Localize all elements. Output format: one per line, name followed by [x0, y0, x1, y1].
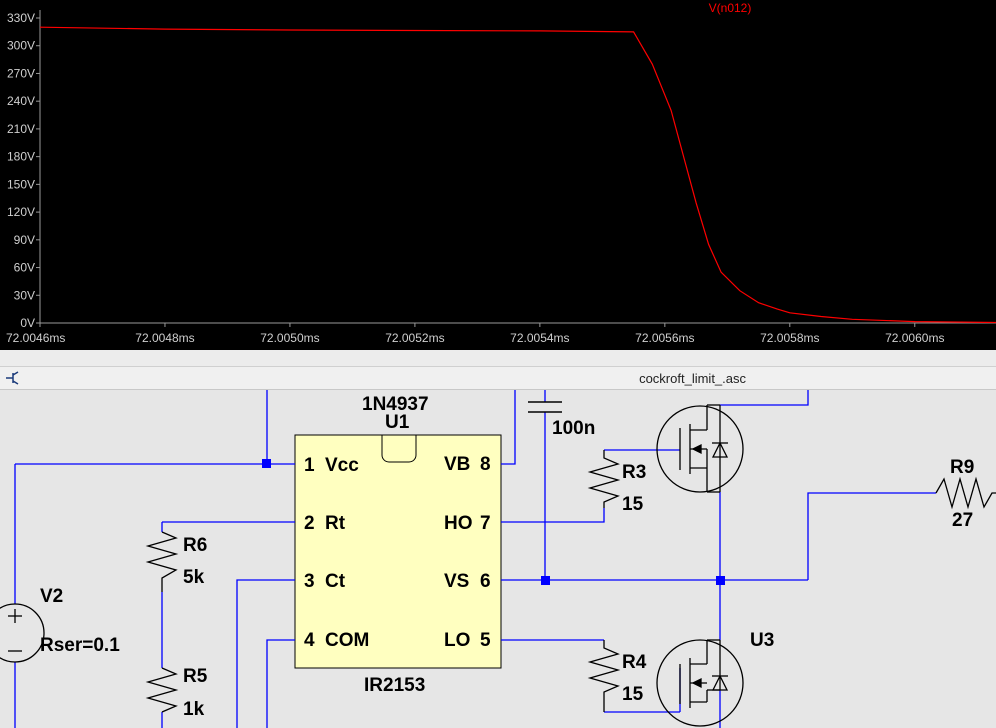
schematic-canvas[interactable]: 1N4937 U1 100n R3 15 R9 27 R6 5k V2 Rser… — [0, 390, 996, 728]
pin-3-number: 3 — [304, 571, 315, 592]
y-tick-label: 270V — [7, 66, 35, 80]
pin-3-name: Ct — [325, 571, 346, 592]
pin-7-name: HO — [444, 513, 473, 534]
pin-2-name: Rt — [325, 513, 346, 534]
label-r6: R6 — [183, 535, 207, 556]
y-tick-label: 180V — [7, 150, 35, 164]
pin-4-name: COM — [325, 630, 369, 651]
y-tick-label: 60V — [14, 261, 35, 275]
y-tick-label: 300V — [7, 39, 35, 53]
trace-label[interactable]: V(n012) — [709, 1, 752, 15]
x-tick-label: 72.0046ms — [6, 331, 65, 345]
pin-1-number: 1 — [304, 455, 315, 476]
label-v2: V2 — [40, 586, 63, 607]
schematic-titlebar[interactable]: cockroft_limit_.asc — [0, 366, 996, 390]
y-tick-label: 90V — [14, 233, 35, 247]
label-r4-value: 15 — [622, 684, 644, 705]
trace-v-n012 — [39, 26, 996, 324]
label-r3: R3 — [622, 462, 646, 483]
pane-splitter[interactable] — [0, 350, 996, 366]
x-tick-label: 72.0054ms — [510, 331, 569, 345]
x-tick-label: 72.0050ms — [260, 331, 319, 345]
label-r5: R5 — [183, 666, 208, 687]
y-tick-label: 30V — [14, 288, 35, 302]
label-r9-value: 27 — [952, 510, 973, 531]
mosfet-upper[interactable] — [656, 404, 744, 493]
y-tick-label: 330V — [7, 11, 35, 25]
x-tick-label: 72.0056ms — [635, 331, 694, 345]
label-ic-ir2153: IR2153 — [364, 675, 425, 696]
resistor-r4[interactable] — [587, 640, 621, 712]
capacitor-100n[interactable] — [528, 401, 562, 413]
schematic-filename: cockroft_limit_.asc — [639, 371, 746, 386]
label-r5-value: 1k — [183, 699, 205, 720]
y-axis: 330V 300V 270V 240V 210V 180V 150V 120V 90V 60V 30… — [7, 11, 40, 330]
resistor-r9[interactable] — [935, 476, 996, 510]
y-tick-label: 150V — [7, 177, 35, 191]
pin-4-number: 4 — [304, 630, 315, 651]
pin-6-number: 6 — [480, 571, 491, 592]
y-tick-label: 210V — [7, 122, 35, 136]
label-v2-rser: Rser=0.1 — [40, 635, 120, 656]
label-r4: R4 — [622, 652, 647, 673]
resistor-r3[interactable] — [587, 450, 621, 508]
resistor-r5[interactable] — [145, 667, 179, 713]
pin-1-name: Vcc — [325, 455, 359, 476]
y-tick-label: 120V — [7, 205, 35, 219]
pin-8-name: VB — [444, 454, 470, 475]
x-tick-label: 72.0052ms — [385, 331, 444, 345]
label-r9: R9 — [950, 457, 974, 478]
mosfet-u3[interactable] — [656, 639, 744, 727]
pin-7-number: 7 — [480, 513, 491, 534]
schematic-window[interactable]: cockroft_limit_.asc 1N4937 U1 100n R3 15… — [0, 366, 996, 728]
label-u3: U3 — [750, 630, 774, 651]
pin-5-name: LO — [444, 630, 470, 651]
pin-5-number: 5 — [480, 630, 491, 651]
label-cap-100n: 100n — [552, 418, 595, 439]
voltage-source-v2[interactable] — [0, 603, 45, 663]
pin-6-name: VS — [444, 571, 469, 592]
waveform-pane[interactable]: 330V 300V 270V 240V 210V 180V 150V 120V 90V 60V 30… — [0, 0, 996, 350]
x-tick-label: 72.0060ms — [885, 331, 944, 345]
x-axis: 72.0046ms 72.0048ms 72.0050ms 72.0052ms 72.0… — [6, 323, 944, 345]
x-tick-label: 72.0048ms — [135, 331, 194, 345]
pin-8-number: 8 — [480, 454, 491, 475]
y-tick-label: 240V — [7, 94, 35, 108]
resistor-r6[interactable] — [145, 531, 179, 592]
label-u1: U1 — [385, 412, 410, 433]
pin-2-number: 2 — [304, 513, 315, 534]
label-r6-value: 5k — [183, 567, 205, 588]
label-r3-value: 15 — [622, 494, 644, 515]
waveform-plot[interactable]: 330V 300V 270V 240V 210V 180V 150V 120V 90V 60V 30… — [0, 0, 996, 350]
x-tick-label: 72.0058ms — [760, 331, 819, 345]
y-tick-label: 0V — [20, 316, 35, 330]
